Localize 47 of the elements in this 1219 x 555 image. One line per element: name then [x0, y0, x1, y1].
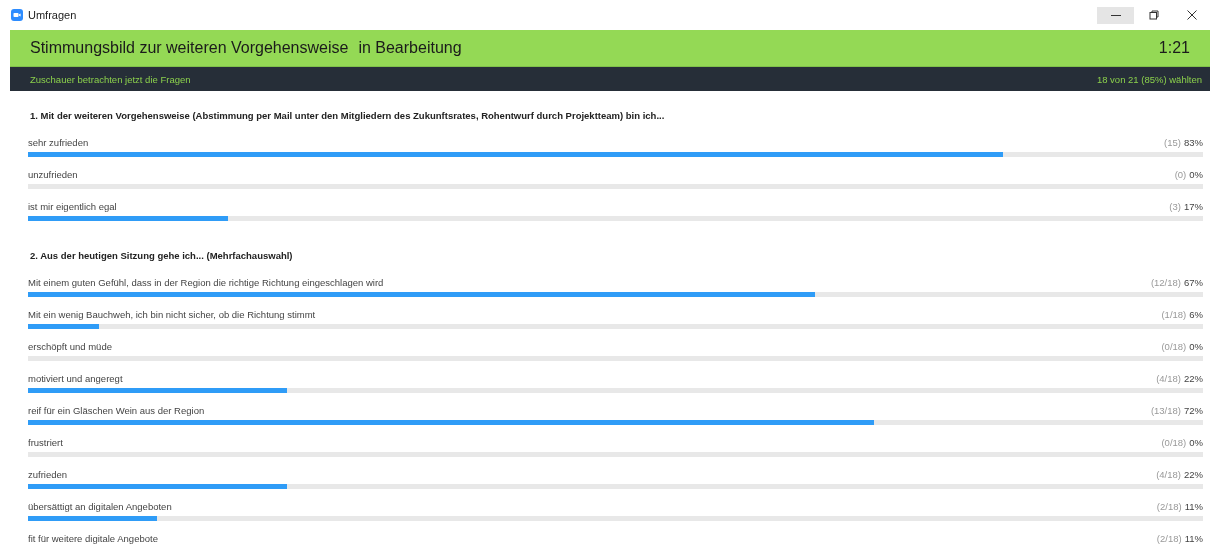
vote-count: (13/18)	[1150, 404, 1181, 416]
vote-percent: 67%	[1184, 276, 1203, 288]
option-label: reif für ein Gläschen Wein aus der Region	[28, 404, 205, 416]
vote-percent: 17%	[1184, 200, 1203, 212]
vote-count: (4/18)	[1156, 372, 1181, 384]
vote-count: (0/18)	[1161, 436, 1187, 448]
vote-percent: 22%	[1184, 468, 1203, 480]
vote-count: (4/18)	[1156, 468, 1181, 480]
vote-count: (15)	[1164, 136, 1181, 148]
vote-percent: 0%	[1189, 340, 1203, 352]
camera-icon	[11, 9, 23, 21]
timer: 1:21	[1158, 39, 1190, 57]
poll-status: in Bearbeitung	[358, 39, 462, 57]
question-title: 2. Aus der heutigen Sitzung gehe ich... (Mehrfachauswahl)	[29, 249, 294, 263]
vote-count: (12/18)	[1150, 276, 1181, 288]
vote-percent: 11%	[1184, 532, 1203, 544]
participation-count: 18 von 21 (85%) wählten	[1096, 73, 1202, 85]
vote-percent: 83%	[1184, 136, 1203, 148]
vote-count: (2/18)	[1156, 532, 1182, 544]
vote-count: (0)	[1174, 168, 1187, 180]
option-label: frustriert	[28, 436, 63, 448]
close-icon	[1186, 10, 1197, 20]
option-label: sehr zufrieden	[28, 136, 89, 148]
option-label: ist mir eigentlich egal	[28, 200, 117, 212]
option-label: übersättigt an digitalen Angeboten	[28, 500, 172, 512]
vote-percent: 6%	[1189, 308, 1203, 320]
vote-percent: 0%	[1189, 436, 1203, 448]
vote-percent: 22%	[1184, 372, 1203, 384]
option-label: Mit einem guten Gefühl, dass in der Region die richtige Richtung eingeschlagen wird	[28, 276, 384, 288]
question-title: 1. Mit der weiteren Vorgehensweise (Abstimmung per Mail unter den Mitgliedern des Zukunftsrates, Rohentwurf durch Projektteam) bin ich...	[29, 109, 666, 123]
vote-count: (3)	[1169, 200, 1181, 212]
vote-count: (1/18)	[1161, 308, 1187, 320]
option-label: motiviert und angeregt	[28, 372, 123, 384]
option-label: erschöpft und müde	[28, 340, 112, 352]
vote-percent: 11%	[1184, 500, 1203, 512]
option-label: Mit ein wenig Bauchweh, ich bin nicht sicher, ob die Richtung stimmt	[28, 308, 316, 320]
vote-count: (0/18)	[1161, 340, 1187, 352]
vote-percent: 72%	[1184, 404, 1203, 416]
window-title: Umfragen	[28, 9, 77, 21]
vote-percent: 0%	[1189, 168, 1203, 180]
restore-icon	[1148, 10, 1159, 20]
option-label: unzufrieden	[28, 168, 78, 180]
poll-title: Stimmungsbild zur weiteren Vorgehensweise	[30, 39, 349, 57]
vote-count: (2/18)	[1156, 500, 1182, 512]
info-message: Zuschauer betrachten jetzt die Fragen	[30, 73, 191, 85]
option-label: zufrieden	[28, 468, 68, 480]
option-label: fit für weitere digitale Angebote	[28, 532, 158, 544]
